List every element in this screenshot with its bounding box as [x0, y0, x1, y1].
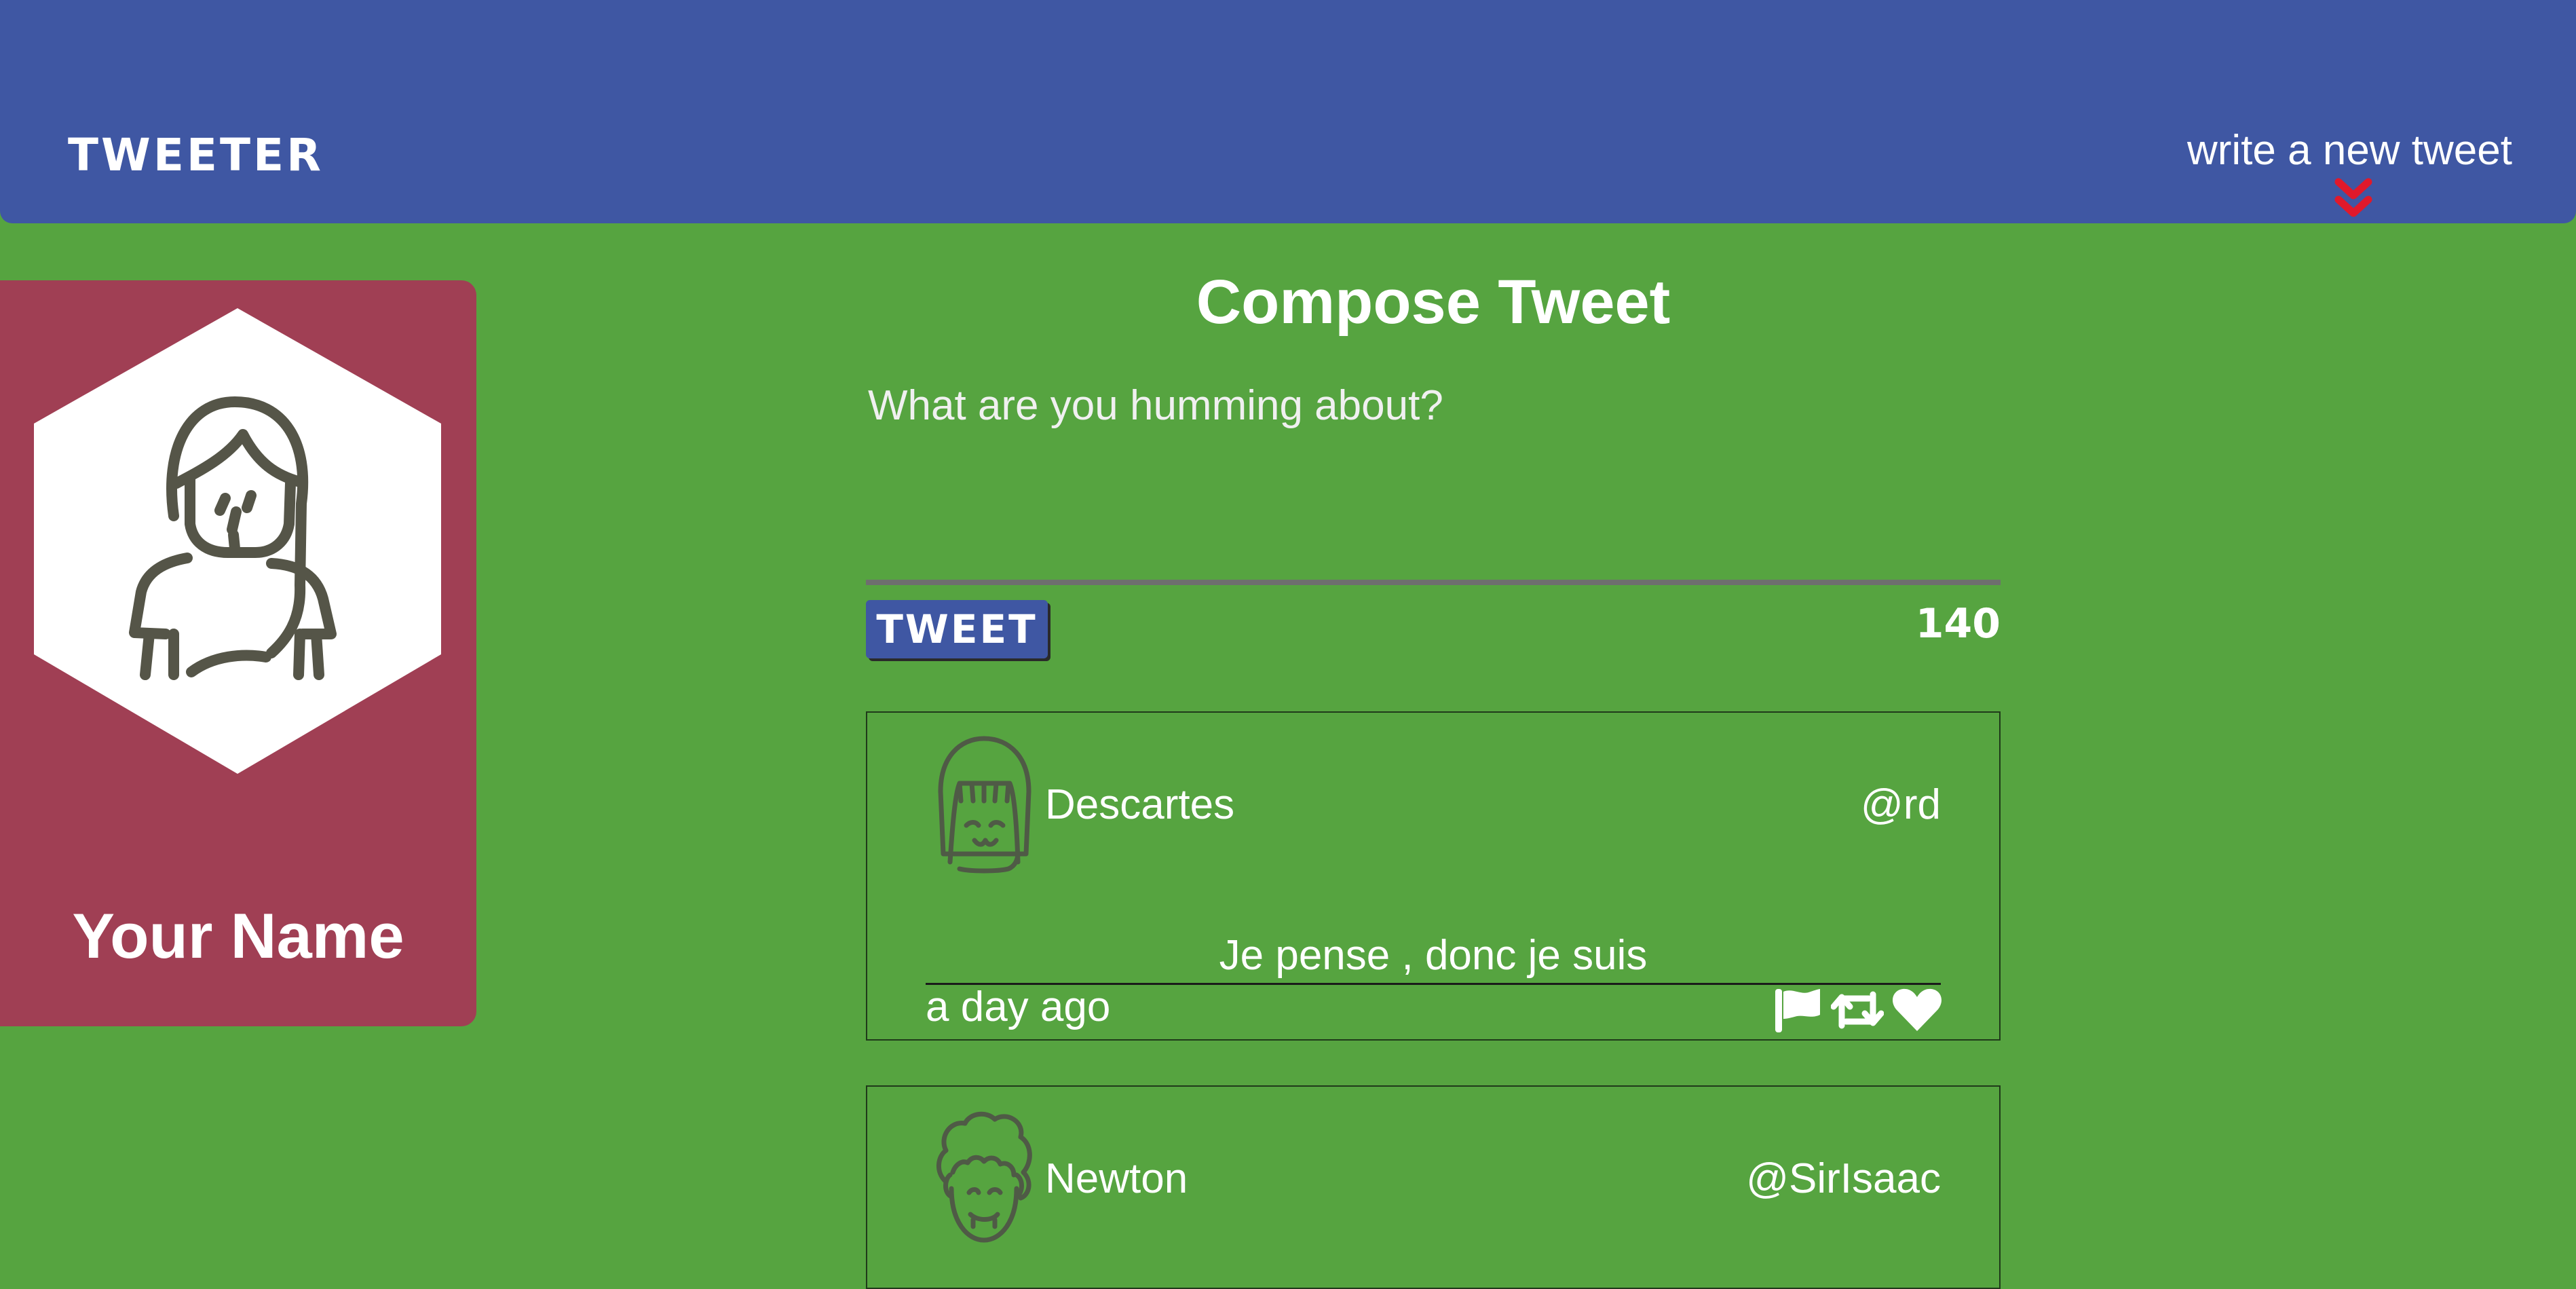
app-logo[interactable]: TWEETER	[68, 129, 324, 181]
top-navbar: TWEETER write a new tweet	[0, 0, 2576, 223]
profile-name: Your Name	[72, 900, 404, 971]
tweet-text-input[interactable]	[866, 381, 2001, 585]
tweet-author-handle: @SirIsaac	[1746, 1155, 1941, 1202]
heart-icon[interactable]	[1891, 986, 1944, 1034]
profile-card: Your Name	[0, 280, 476, 1026]
girl-face-icon	[938, 736, 1031, 874]
flag-icon[interactable]	[1771, 986, 1824, 1034]
compose-title: Compose Tweet	[1196, 267, 1671, 337]
tweet-card: Descartes @rd Je pense , donc je suis a …	[866, 711, 2001, 1041]
curly-hair-face-icon	[936, 1111, 1032, 1243]
tweet-actions	[1771, 986, 1944, 1034]
tweet-card: Newton @SirIsaac	[866, 1085, 2001, 1289]
tweet-submit-button[interactable]: TWEET	[866, 600, 1048, 658]
woman-avatar-icon	[34, 308, 441, 774]
compose-actions: TWEET 140	[866, 585, 2001, 714]
main-content: Compose Tweet TWEET 140 Descartes @rd Je…	[866, 258, 2001, 1289]
tweet-body: Je pense , donc je suis	[1219, 932, 1648, 979]
double-chevron-down-icon[interactable]	[2334, 178, 2372, 220]
character-counter: 140	[1915, 600, 2001, 648]
retweet-icon[interactable]	[1830, 986, 1884, 1034]
tweet-author-name: Newton	[1045, 1155, 1188, 1202]
tweet-author-handle: @rd	[1860, 781, 1941, 828]
write-new-tweet-link[interactable]: write a new tweet	[2187, 126, 2512, 174]
tweet-timestamp: a day ago	[926, 984, 1111, 1030]
tweet-author-name: Descartes	[1045, 781, 1235, 828]
